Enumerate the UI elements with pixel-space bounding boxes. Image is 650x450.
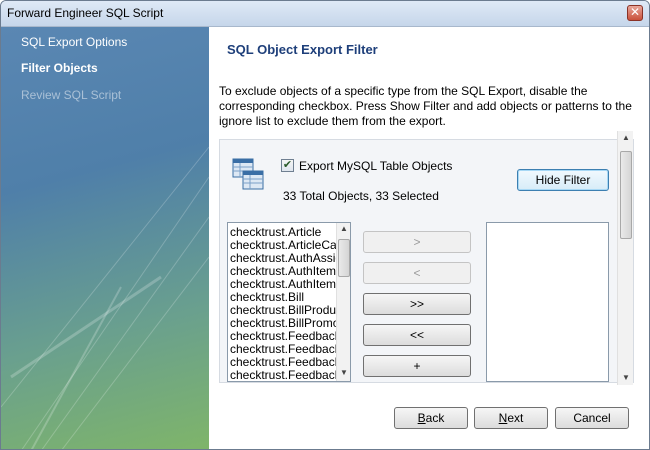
sidebar-item-filter-objects: Filter Objects	[21, 61, 98, 75]
object-count-text: 33 Total Objects, 33 Selected	[283, 189, 439, 203]
page-title: SQL Object Export Filter	[227, 42, 378, 57]
window-title: Forward Engineer SQL Script	[7, 6, 164, 20]
close-icon: ✕	[629, 5, 641, 19]
dialog-window: Forward Engineer SQL Script ✕ SQL Export…	[0, 0, 650, 450]
list-item[interactable]: checktrust.FeedbackI	[230, 355, 344, 369]
export-tables-label[interactable]: Export MySQL Table Objects	[299, 159, 452, 173]
move-all-right-button[interactable]: >>	[363, 293, 471, 315]
table-objects-icon	[232, 158, 264, 190]
object-list[interactable]: checktrust.Article checktrust.ArticleCat…	[227, 222, 351, 382]
page-description: To exclude objects of a specific type fr…	[219, 84, 632, 128]
panel-scrollbar[interactable]: ▲ ▼	[617, 131, 633, 385]
list-item[interactable]: checktrust.Feedback	[230, 329, 341, 343]
title-bar: Forward Engineer SQL Script ✕	[1, 1, 649, 27]
ignore-list[interactable]	[486, 222, 609, 382]
list-item[interactable]: checktrust.AuthAssig	[230, 251, 342, 265]
add-pattern-button[interactable]: +	[363, 355, 471, 377]
close-button[interactable]: ✕	[627, 5, 643, 21]
hide-filter-button[interactable]: Hide Filter	[517, 169, 609, 191]
scroll-down-icon[interactable]: ▼	[618, 371, 634, 385]
sidebar-item-review-sql-script: Review SQL Script	[21, 88, 122, 102]
back-button-label: ack	[425, 411, 445, 425]
list-item[interactable]: checktrust.Article	[230, 225, 321, 239]
back-button[interactable]: Back	[394, 407, 468, 429]
scroll-up-icon[interactable]: ▲	[618, 131, 634, 145]
sidebar-item-sql-export-options: SQL Export Options	[21, 35, 128, 49]
list-item[interactable]: checktrust.Bill	[230, 290, 304, 304]
list-item[interactable]: checktrust.AuthItem	[230, 264, 336, 278]
back-button-mnemonic: B	[417, 411, 426, 425]
move-left-button[interactable]: <	[363, 262, 471, 284]
list-scrollbar-thumb[interactable]	[338, 239, 350, 277]
list-item[interactable]: checktrust.BillPromo	[230, 316, 339, 330]
list-item[interactable]: checktrust.BillProduct	[230, 303, 345, 317]
list-item[interactable]: checktrust.ArticleCate	[230, 238, 347, 252]
list-item[interactable]: checktrust.FeedbackT	[230, 368, 348, 381]
checkmark-icon: ✔	[282, 159, 293, 171]
list-item[interactable]: checktrust.AuthItemC	[230, 277, 345, 291]
list-scroll-down-icon[interactable]: ▼	[337, 368, 350, 377]
move-all-left-button[interactable]: <<	[363, 324, 471, 346]
main-content: SQL Object Export Filter To exclude obje…	[209, 27, 649, 449]
wizard-sidebar: SQL Export Options Filter Objects Review…	[1, 27, 209, 449]
next-button-label: ext	[507, 411, 524, 425]
move-right-button[interactable]: >	[363, 231, 471, 253]
list-item[interactable]: checktrust.FeedbackI	[230, 342, 344, 356]
list-scroll-up-icon[interactable]: ▲	[337, 224, 350, 233]
object-list-scrollbar[interactable]: ▲ ▼	[336, 223, 350, 381]
cancel-button[interactable]: Cancel	[555, 407, 629, 429]
export-tables-checkbox[interactable]: ✔	[281, 159, 294, 172]
next-button[interactable]: Next	[474, 407, 548, 429]
scrollbar-thumb[interactable]	[620, 151, 632, 239]
